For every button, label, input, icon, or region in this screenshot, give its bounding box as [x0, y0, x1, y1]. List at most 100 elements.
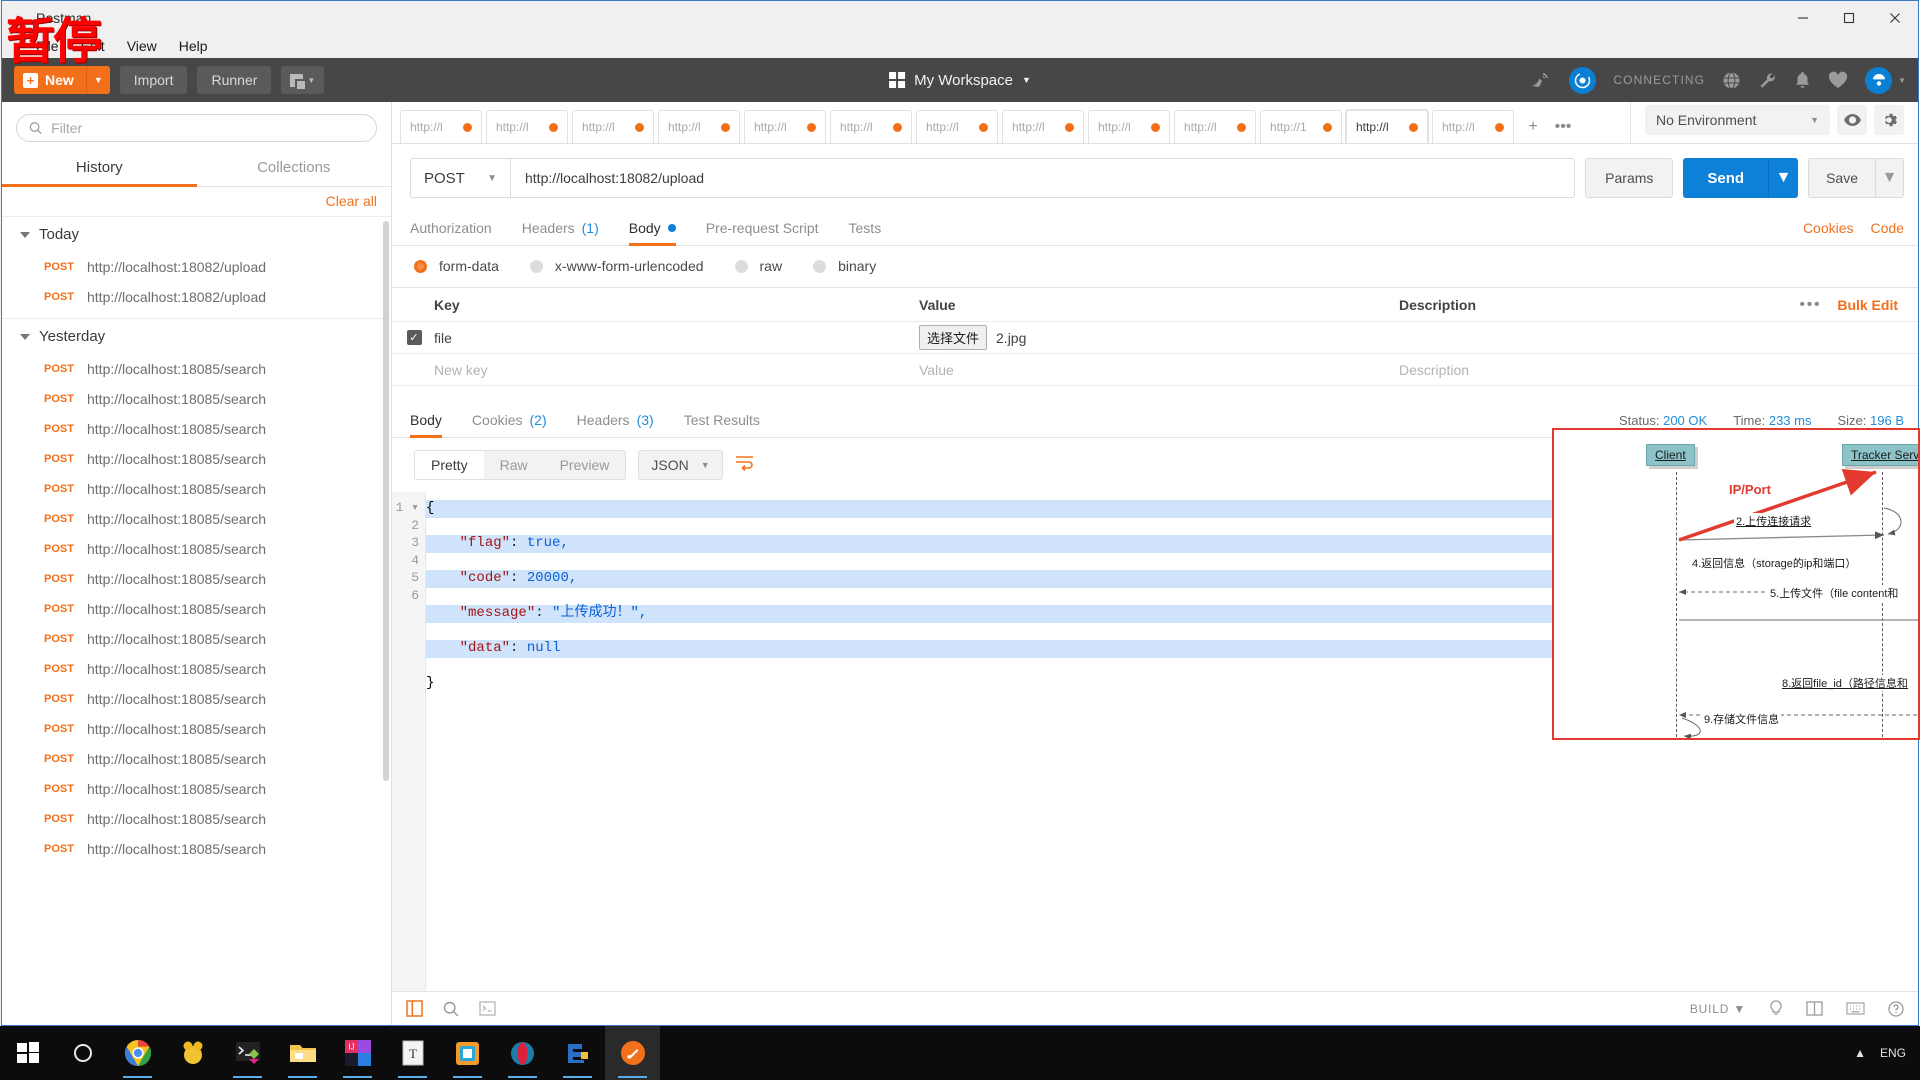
- history-item[interactable]: POST http://localhost:18085/search: [2, 714, 391, 744]
- row-key[interactable]: file: [422, 330, 907, 346]
- cortana-icon[interactable]: [55, 1026, 110, 1080]
- format-preview[interactable]: Preview: [544, 451, 626, 479]
- request-tab[interactable]: http://l: [1174, 110, 1256, 143]
- sidebar-toggle-icon[interactable]: [406, 1000, 423, 1017]
- radio-raw[interactable]: [734, 259, 748, 273]
- tab-body[interactable]: Body: [628, 210, 676, 246]
- response-tab-cookies[interactable]: Cookies (2): [472, 402, 547, 437]
- search-input[interactable]: [51, 120, 364, 136]
- history-group-header[interactable]: Yesterday: [2, 319, 391, 354]
- label-binary[interactable]: binary: [838, 258, 876, 274]
- send-dropdown-caret[interactable]: ▼: [1768, 158, 1798, 198]
- request-tab[interactable]: http://l: [1002, 110, 1084, 143]
- sidebar-scrollbar[interactable]: [383, 221, 389, 781]
- search-icon[interactable]: [443, 1001, 459, 1017]
- request-tab[interactable]: http://l: [1432, 110, 1514, 143]
- help-icon[interactable]: [1888, 1000, 1904, 1017]
- history-item[interactable]: POST http://localhost:18085/search: [2, 624, 391, 654]
- import-button[interactable]: Import: [119, 66, 188, 94]
- start-icon[interactable]: [0, 1026, 55, 1080]
- environment-select[interactable]: No Environment ▼: [1645, 104, 1830, 135]
- history-item[interactable]: POST http://localhost:18085/search: [2, 684, 391, 714]
- opera-icon[interactable]: [495, 1026, 550, 1080]
- bell-icon[interactable]: [1794, 71, 1811, 90]
- history-group-header[interactable]: Today: [2, 217, 391, 252]
- menu-item-view[interactable]: View: [127, 38, 157, 54]
- row-checkbox[interactable]: ✓: [406, 330, 422, 345]
- tab-collections[interactable]: Collections: [197, 150, 392, 186]
- sync-icon[interactable]: [1569, 66, 1597, 94]
- save-dropdown-caret[interactable]: ▼: [1875, 159, 1903, 197]
- request-tab[interactable]: http://l: [400, 110, 482, 143]
- postman-icon[interactable]: [605, 1026, 660, 1080]
- history-item[interactable]: POST http://localhost:18085/search: [2, 834, 391, 864]
- response-tab-body[interactable]: Body: [410, 402, 442, 438]
- new-tab-button[interactable]: +: [1518, 110, 1548, 143]
- url-input[interactable]: http://localhost:18082/upload: [511, 159, 1574, 197]
- history-item[interactable]: POST http://localhost:18082/upload: [2, 282, 391, 312]
- request-tab-active[interactable]: http://l: [1346, 110, 1428, 143]
- globe-icon[interactable]: [1722, 71, 1741, 90]
- language-selector[interactable]: JSON ▼: [638, 450, 723, 480]
- minimize-button[interactable]: [1780, 1, 1826, 34]
- bulk-edit-button[interactable]: Bulk Edit: [1837, 297, 1898, 313]
- save-button[interactable]: Save ▼: [1808, 158, 1904, 198]
- history-item[interactable]: POST http://localhost:18085/search: [2, 564, 391, 594]
- tray-network-icon[interactable]: ▲: [1854, 1046, 1866, 1060]
- label-raw[interactable]: raw: [760, 258, 783, 274]
- table-row[interactable]: ✓ file 选择文件 2.jpg: [392, 322, 1918, 354]
- history-item[interactable]: POST http://localhost:18085/search: [2, 414, 391, 444]
- cookies-link[interactable]: Cookies: [1803, 220, 1854, 236]
- send-button[interactable]: Send ▼: [1683, 158, 1799, 198]
- format-pretty[interactable]: Pretty: [415, 451, 484, 479]
- avatar-icon[interactable]: [1865, 66, 1893, 94]
- response-tab-test-results[interactable]: Test Results: [684, 402, 760, 437]
- foxmail-icon[interactable]: [440, 1026, 495, 1080]
- maximize-button[interactable]: [1826, 1, 1872, 34]
- response-tab-headers[interactable]: Headers (3): [577, 402, 654, 437]
- eye-icon[interactable]: [1837, 104, 1867, 135]
- intellij-icon[interactable]: IJ: [330, 1026, 385, 1080]
- heart-icon[interactable]: [1828, 71, 1848, 89]
- build-status[interactable]: BUILD ▼: [1690, 1002, 1746, 1016]
- history-item[interactable]: POST http://localhost:18082/upload: [2, 252, 391, 282]
- terminal-icon[interactable]: [220, 1026, 275, 1080]
- history-list[interactable]: Today POST http://localhost:18082/upload PO…: [2, 217, 391, 1025]
- two-pane-icon[interactable]: [1806, 1001, 1823, 1016]
- close-button[interactable]: [1872, 1, 1918, 34]
- new-key-input[interactable]: New key: [422, 362, 907, 378]
- wrench-icon[interactable]: [1758, 71, 1777, 90]
- console-icon[interactable]: [479, 1001, 496, 1016]
- history-item[interactable]: POST http://localhost:18085/search: [2, 354, 391, 384]
- history-item[interactable]: POST http://localhost:18085/search: [2, 444, 391, 474]
- history-item[interactable]: POST http://localhost:18085/search: [2, 504, 391, 534]
- code-link[interactable]: Code: [1871, 220, 1904, 236]
- history-item[interactable]: POST http://localhost:18085/search: [2, 384, 391, 414]
- new-value-input[interactable]: Value: [907, 362, 1387, 378]
- request-tab[interactable]: http://l: [658, 110, 740, 143]
- request-tab[interactable]: http://l: [486, 110, 568, 143]
- clear-all-button[interactable]: Clear all: [326, 193, 377, 209]
- history-item[interactable]: POST http://localhost:18085/search: [2, 534, 391, 564]
- menu-item-help[interactable]: Help: [179, 38, 208, 54]
- gear-icon[interactable]: [1874, 104, 1904, 135]
- request-tab[interactable]: http://l: [830, 110, 912, 143]
- new-window-button[interactable]: ▼: [281, 66, 325, 94]
- row-value[interactable]: 选择文件 2.jpg: [907, 325, 1387, 350]
- radio-urlencoded[interactable]: [529, 259, 543, 273]
- tab-headers[interactable]: Headers (1): [522, 210, 599, 245]
- tab-authorization[interactable]: Authorization: [410, 210, 492, 245]
- filter-box[interactable]: [16, 114, 377, 142]
- workspace-selector[interactable]: My Workspace ▼: [889, 72, 1031, 89]
- label-form-data[interactable]: form-data: [439, 258, 499, 274]
- history-item[interactable]: POST http://localhost:18085/search: [2, 654, 391, 684]
- explorer-icon[interactable]: [275, 1026, 330, 1080]
- tabs-more-button[interactable]: •••: [1548, 110, 1578, 143]
- request-tab[interactable]: http://1: [1260, 110, 1342, 143]
- tray-lang-icon[interactable]: ENG: [1880, 1046, 1906, 1060]
- history-item[interactable]: POST http://localhost:18085/search: [2, 774, 391, 804]
- history-item[interactable]: POST http://localhost:18085/search: [2, 474, 391, 504]
- tab-history[interactable]: History: [2, 150, 197, 187]
- tab-pre-request-script[interactable]: Pre-request Script: [706, 210, 819, 245]
- runner-button[interactable]: Runner: [197, 66, 272, 94]
